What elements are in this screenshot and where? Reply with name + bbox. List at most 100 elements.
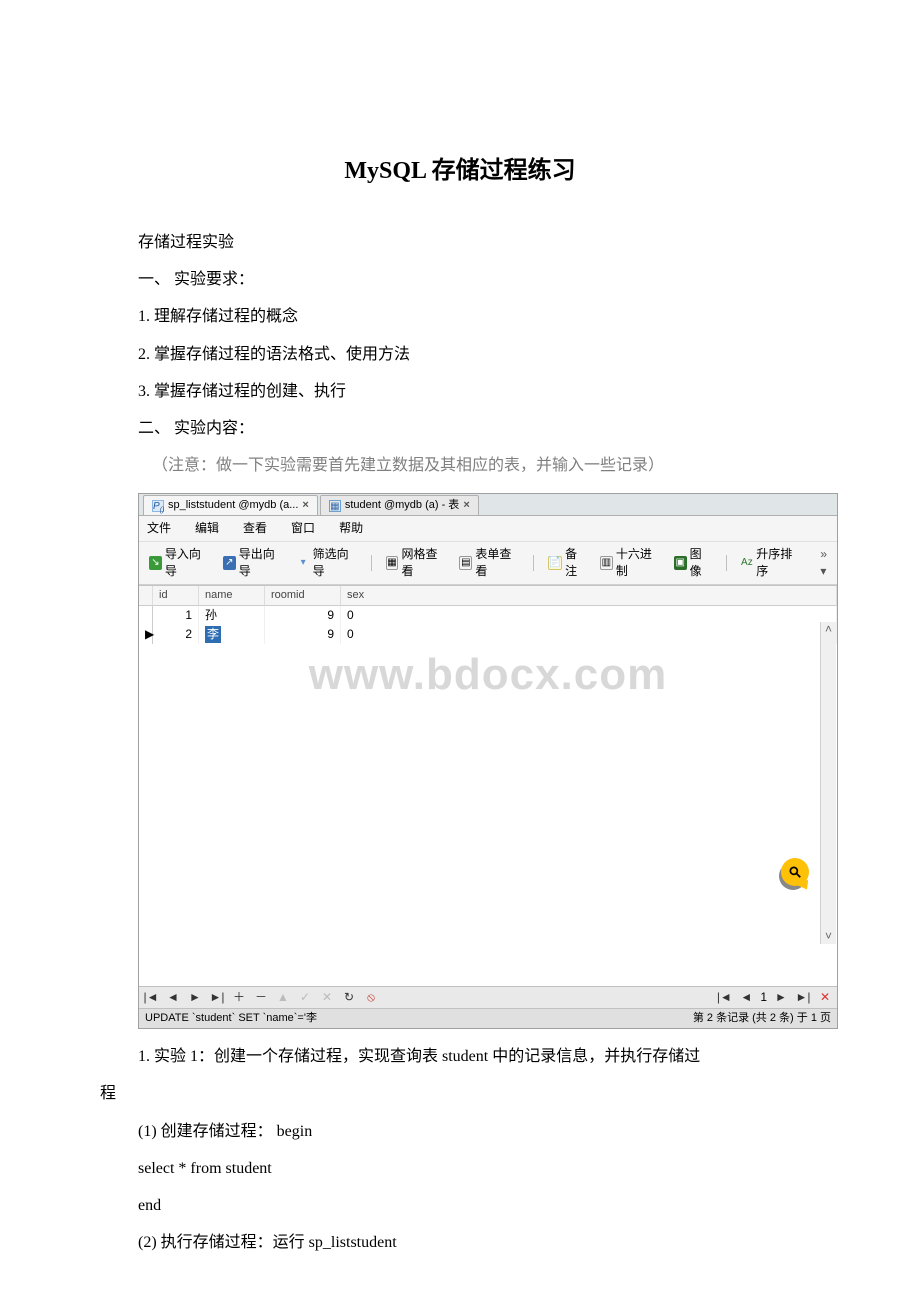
- sql-code: select * from student: [100, 1151, 820, 1186]
- tab-label: sp_liststudent @mydb (a...: [168, 498, 298, 513]
- menu-window[interactable]: 窗口: [291, 520, 315, 537]
- tab-student-table[interactable]: ▦ student @mydb (a) - 表 ×: [320, 495, 479, 515]
- memo-icon: 📄: [548, 556, 562, 570]
- procedure-icon: P(): [152, 500, 164, 512]
- menu-edit[interactable]: 编辑: [195, 520, 219, 537]
- cell-name[interactable]: 李: [199, 625, 265, 644]
- first-page-button[interactable]: |◄: [716, 989, 732, 1006]
- last-record-button[interactable]: ►|: [209, 989, 225, 1006]
- cell-sex[interactable]: 0: [341, 606, 837, 625]
- selected-cell[interactable]: 李: [205, 626, 221, 643]
- first-record-button[interactable]: |◄: [143, 989, 159, 1006]
- toolbar: ↘导入向导 ↗导出向导 ▾筛选向导 ▦网格查看 ▤表单查看 📄备注 ▥十六进制 …: [139, 542, 837, 585]
- scroll-down-button[interactable]: ˅: [821, 928, 836, 944]
- toolbar-separator: [726, 555, 727, 571]
- cell-sex[interactable]: 0: [341, 625, 837, 644]
- notification-bubble[interactable]: [781, 858, 809, 886]
- export-icon: ↗: [223, 556, 236, 570]
- list-item: 2. 掌握存储过程的语法格式、使用方法: [100, 337, 820, 372]
- menu-bar: 文件 编辑 查看 窗口 帮助: [139, 516, 837, 542]
- next-record-button[interactable]: ►: [187, 989, 203, 1006]
- toolbar-separator: [533, 555, 534, 571]
- prev-page-button[interactable]: ◄: [738, 989, 754, 1006]
- watermark-text: www.bdocx.com: [139, 644, 837, 706]
- step-label: (1) 创建存储过程： begin: [100, 1114, 820, 1149]
- sql-code: end: [100, 1188, 820, 1223]
- edit-record-button[interactable]: ▲: [275, 989, 291, 1006]
- list-item: 3. 掌握存储过程的创建、执行: [100, 374, 820, 409]
- grid-header: id name roomid sex: [139, 586, 837, 606]
- close-panel-button[interactable]: ✕: [817, 989, 833, 1006]
- row-indicator: [139, 606, 153, 625]
- row-indicator-current: ▶: [139, 625, 153, 644]
- filter-wizard-button[interactable]: ▾筛选向导: [293, 545, 361, 581]
- add-record-button[interactable]: ＋: [231, 989, 247, 1006]
- prev-record-button[interactable]: ◄: [165, 989, 181, 1006]
- next-page-button[interactable]: ►: [773, 989, 789, 1006]
- delete-record-button[interactable]: －: [253, 989, 269, 1006]
- section-heading: 一、 实验要求：: [100, 262, 820, 297]
- cell-id[interactable]: 2: [153, 625, 199, 644]
- image-button[interactable]: ▣图像: [670, 545, 716, 581]
- cancel-button[interactable]: ✕: [319, 989, 335, 1006]
- cell-roomid[interactable]: 9: [265, 606, 341, 625]
- refresh-button[interactable]: ↻: [341, 989, 357, 1006]
- note-text: （注意：做一下实验需要首先建立数据及其相应的表，并输入一些记录）: [100, 448, 820, 483]
- record-navigator: |◄ ◄ ► ►| ＋ － ▲ ✓ ✕ ↻ ⦸ |◄ ◄ 1 ► ►| ✕: [139, 986, 837, 1008]
- status-record-info: 第 2 条记录 (共 2 条) 于 1 页: [602, 1011, 831, 1026]
- table-row[interactable]: ▶ 2 李 9 0: [139, 625, 837, 644]
- experiment-step-cont: 程: [100, 1076, 820, 1111]
- menu-view[interactable]: 查看: [243, 520, 267, 537]
- experiment-step: 1. 实验 1：创建一个存储过程，实现查询表 student 中的记录信息，并执…: [100, 1039, 820, 1074]
- sort-asc-icon: Aᴢ: [740, 556, 753, 570]
- page-title: MySQL 存储过程练习: [100, 150, 820, 185]
- form-icon: ▤: [459, 556, 472, 570]
- col-roomid[interactable]: roomid: [265, 586, 341, 606]
- tab-bar: P() sp_liststudent @mydb (a... × ▦ stude…: [139, 494, 837, 516]
- col-sex[interactable]: sex: [341, 586, 837, 606]
- export-wizard-button[interactable]: ↗导出向导: [219, 545, 287, 581]
- scroll-up-button[interactable]: ˄: [821, 622, 836, 638]
- page-number: 1: [760, 989, 767, 1006]
- navicat-window: P() sp_liststudent @mydb (a... × ▦ stude…: [138, 493, 838, 1029]
- table-row[interactable]: 1 孙 9 0: [139, 606, 837, 625]
- col-name[interactable]: name: [199, 586, 265, 606]
- cell-roomid[interactable]: 9: [265, 625, 341, 644]
- image-icon: ▣: [674, 556, 687, 570]
- menu-file[interactable]: 文件: [147, 520, 171, 537]
- vertical-scrollbar[interactable]: ˄ ˅: [820, 622, 836, 944]
- close-icon[interactable]: ×: [463, 498, 469, 513]
- tab-label: student @mydb (a) - 表: [345, 498, 459, 513]
- toolbar-separator: [371, 555, 372, 571]
- data-grid: id name roomid sex 1 孙 9 0 ▶ 2 李 9: [139, 585, 837, 986]
- hex-button[interactable]: ▥十六进制: [596, 545, 664, 581]
- apply-button[interactable]: ✓: [297, 989, 313, 1006]
- funnel-icon: ▾: [297, 556, 310, 570]
- memo-button[interactable]: 📄备注: [544, 545, 590, 581]
- table-icon: ▦: [329, 500, 341, 512]
- last-page-button[interactable]: ►|: [795, 989, 811, 1006]
- status-bar: UPDATE `student` SET `name`='李 第 2 条记录 (…: [139, 1008, 837, 1028]
- import-wizard-button[interactable]: ↘导入向导: [145, 545, 213, 581]
- magnifier-icon: [788, 865, 802, 879]
- col-id[interactable]: id: [153, 586, 199, 606]
- grid-icon: ▦: [386, 556, 399, 570]
- stop-button[interactable]: ⦸: [363, 989, 379, 1006]
- menu-help[interactable]: 帮助: [339, 520, 363, 537]
- grid-view-button[interactable]: ▦网格查看: [382, 545, 450, 581]
- section-heading: 二、 实验内容：: [100, 411, 820, 446]
- intro-text: 存储过程实验: [100, 225, 820, 260]
- toolbar-overflow-button[interactable]: »▾: [816, 546, 831, 580]
- tab-sp-liststudent[interactable]: P() sp_liststudent @mydb (a... ×: [143, 495, 318, 515]
- status-sql: UPDATE `student` SET `name`='李: [145, 1011, 602, 1026]
- grid-body[interactable]: 1 孙 9 0 ▶ 2 李 9 0 www.bdocx.com: [139, 606, 837, 986]
- cell-id[interactable]: 1: [153, 606, 199, 625]
- hex-icon: ▥: [600, 556, 613, 570]
- form-view-button[interactable]: ▤表单查看: [455, 545, 523, 581]
- scroll-track[interactable]: [821, 638, 836, 928]
- embedded-screenshot: P() sp_liststudent @mydb (a... × ▦ stude…: [138, 493, 838, 1029]
- cell-name[interactable]: 孙: [199, 606, 265, 625]
- import-icon: ↘: [149, 556, 162, 570]
- sort-asc-button[interactable]: Aᴢ升序排序: [736, 545, 804, 581]
- close-icon[interactable]: ×: [302, 498, 308, 513]
